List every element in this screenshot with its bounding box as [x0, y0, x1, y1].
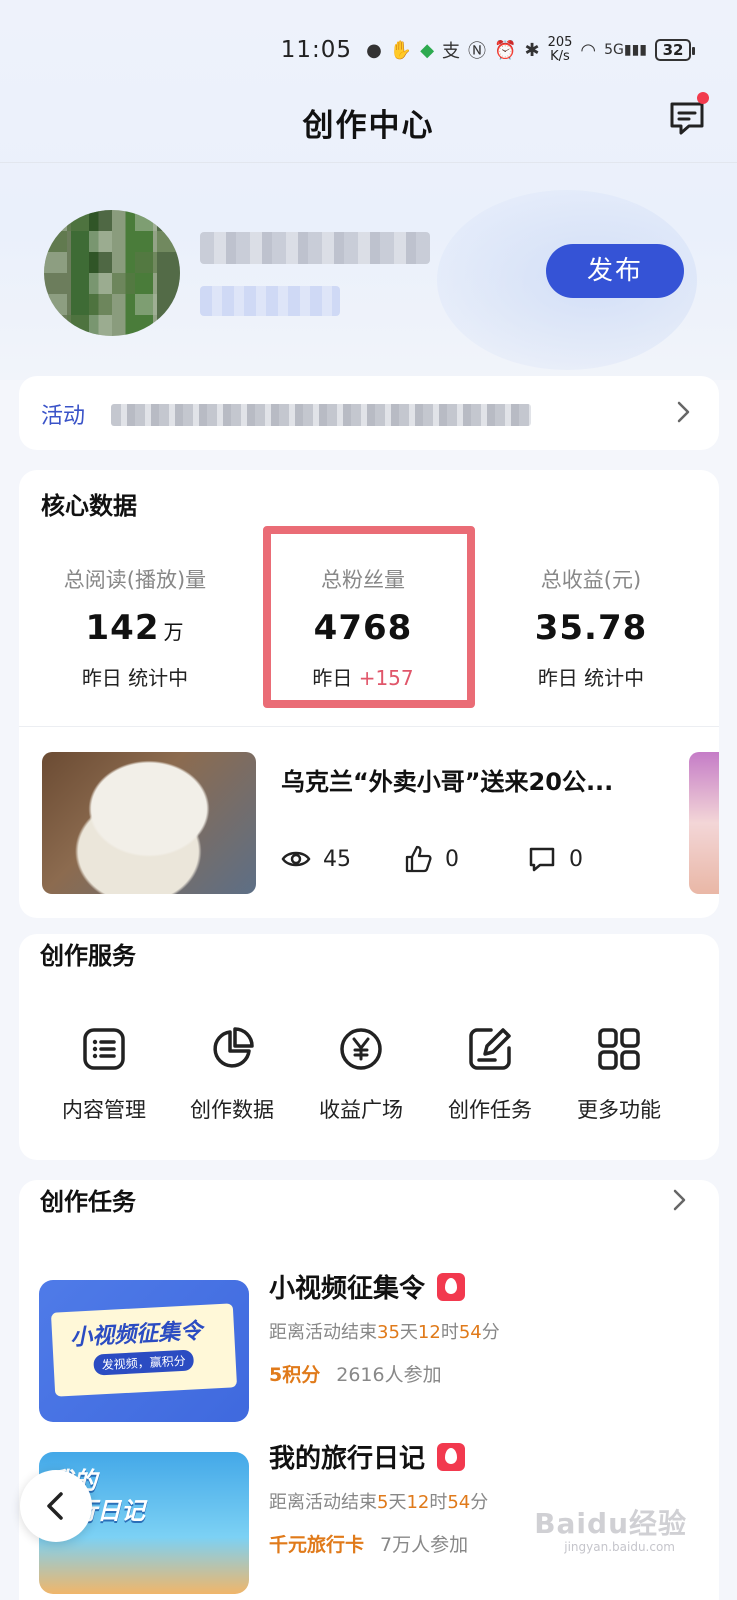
stat-sub: 昨日 统计中: [81, 666, 189, 690]
comments-metric[interactable]: 0: [527, 844, 583, 874]
stat-value: 142 万: [85, 608, 185, 648]
creative-services-card: 创作服务 内容管理 创作数据 收益广场 创作任务 更多功能: [19, 934, 719, 1160]
activity-label: 活动: [41, 404, 86, 429]
service-earnings-plaza[interactable]: 收益广场: [296, 1026, 426, 1124]
watermark: Baidu经验: [534, 1507, 687, 1540]
stat-sub: 昨日 统计中: [537, 666, 645, 690]
task-banner: 小视频征集令 发视频，赢积分: [50, 1303, 238, 1397]
task-countdown: 距离活动结束35天12时54分: [269, 1322, 500, 1343]
core-data-card: 核心数据 总阅读(播放)量 142 万 昨日 统计中 总粉丝量 4768 昨日 +…: [19, 470, 719, 918]
bluetooth-icon: ✱: [524, 39, 540, 61]
next-video-thumbnail[interactable]: [689, 752, 719, 894]
notification-dot: [697, 92, 709, 104]
alarm-icon: ⏰: [494, 39, 517, 61]
status-time: 11:05: [280, 37, 353, 63]
shield-icon: ◆: [420, 39, 435, 61]
message-button[interactable]: [667, 92, 709, 138]
avatar-pixelated: [44, 210, 180, 336]
service-creative-tasks[interactable]: 创作任务: [425, 1026, 555, 1124]
stat-total-earnings[interactable]: 总收益(元) 35.78 昨日 统计中: [475, 564, 707, 691]
task-thumbnail[interactable]: 小视频征集令 发视频，赢积分: [39, 1280, 249, 1422]
service-creative-data[interactable]: 创作数据: [167, 1026, 297, 1124]
task-meta: 千元旅行卡 7万人参加: [269, 1534, 469, 1556]
message-icon: [670, 102, 704, 135]
list-icon: [83, 1028, 125, 1070]
net-speed: 205 K/s: [547, 35, 573, 64]
divider: [19, 726, 719, 727]
alipay-icon: 支: [442, 41, 461, 62]
edit-icon: [469, 1028, 511, 1070]
signal-icon: 5G▮▮▮: [604, 42, 647, 58]
task-countdown: 距离活动结束5天12时54分: [269, 1492, 489, 1513]
tasks-title: 创作任务: [40, 1188, 136, 1216]
services-title: 创作服务: [40, 942, 136, 970]
service-label: 收益广场: [319, 1098, 403, 1122]
video-thumbnail[interactable]: [42, 752, 256, 894]
hot-badge-icon: [437, 1443, 466, 1471]
highlight-annotation-box: [263, 526, 475, 708]
activity-bar[interactable]: 活动: [19, 376, 719, 450]
thumbs-up-icon: [405, 845, 432, 873]
pie-chart-icon: [213, 1027, 254, 1068]
chevron-right-icon[interactable]: [665, 1186, 693, 1214]
task-name[interactable]: 小视频征集令: [269, 1268, 466, 1305]
header: 创作中心: [0, 92, 737, 152]
chevron-left-icon: [47, 1492, 63, 1520]
service-content-management[interactable]: 内容管理: [39, 1026, 169, 1124]
stat-value: 35.78: [534, 608, 648, 648]
grid-icon: [598, 1028, 640, 1070]
activity-text-blurred: [111, 404, 531, 426]
stat-label: 总收益(元): [540, 568, 642, 592]
service-label: 创作任务: [448, 1098, 532, 1122]
service-label: 创作数据: [190, 1098, 274, 1122]
wifi-icon: ◠: [580, 39, 597, 61]
publish-button[interactable]: 发布: [546, 244, 684, 298]
watermark-url: jingyan.baidu.com: [564, 1540, 675, 1554]
views-metric: 45: [281, 844, 351, 874]
hand-icon: ✋: [389, 39, 413, 61]
service-label: 内容管理: [62, 1098, 146, 1122]
hot-badge-icon: [437, 1273, 466, 1301]
user-tag-blurred: [200, 286, 340, 316]
service-label: 更多功能: [577, 1098, 661, 1122]
video-title[interactable]: 乌克兰“外卖小哥”送来20公...: [281, 762, 641, 797]
eye-icon: [281, 851, 311, 867]
username-blurred: [200, 232, 430, 264]
status-bar: 11:05 ● ✋ ◆ 支 Ⓝ ⏰ ✱ 205 K/s ◠ 5G▮▮▮ 32: [0, 30, 737, 70]
header-divider: [0, 162, 737, 163]
wechat-icon: ●: [366, 39, 382, 61]
stat-total-reads[interactable]: 总阅读(播放)量 142 万 昨日 统计中: [19, 564, 251, 691]
service-more-features[interactable]: 更多功能: [554, 1026, 684, 1124]
battery-icon: 32: [655, 39, 695, 61]
likes-metric[interactable]: 0: [403, 844, 459, 874]
comment-icon: [529, 847, 555, 872]
nfc-icon: Ⓝ: [468, 41, 487, 62]
stat-label: 总阅读(播放)量: [63, 568, 207, 592]
avatar[interactable]: [44, 210, 180, 336]
back-button[interactable]: [20, 1470, 92, 1542]
core-data-title: 核心数据: [41, 492, 137, 520]
chevron-right-icon: [677, 401, 690, 423]
page-title: 创作中心: [302, 108, 435, 144]
yen-icon: [340, 1028, 382, 1070]
task-name[interactable]: 我的旅行日记: [269, 1438, 466, 1475]
task-meta: 5积分 2616人参加: [269, 1364, 442, 1386]
